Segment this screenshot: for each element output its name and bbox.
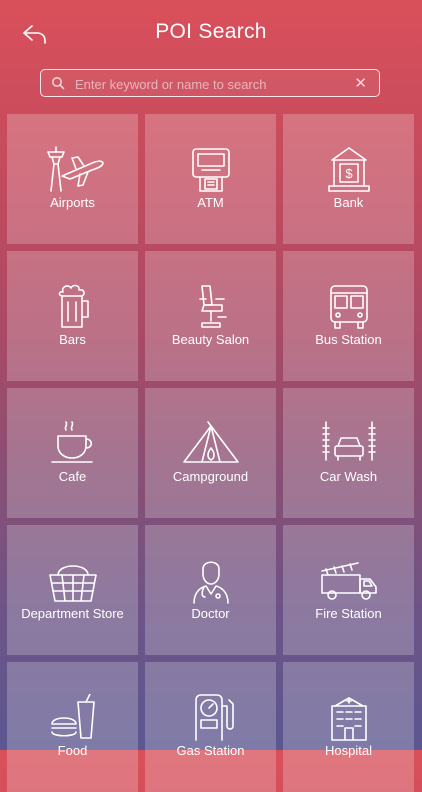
category-label: ATM	[197, 195, 224, 210]
category-label: Food	[57, 743, 88, 758]
category-department-store[interactable]: Department Store	[7, 525, 138, 655]
search-bar[interactable]: ✕	[40, 69, 380, 97]
category-label: Hospital	[325, 743, 372, 758]
header-bar: POI Search	[0, 0, 422, 66]
category-grid: Airports ATM $ Bank Bars Beauty Salon Bu…	[7, 114, 415, 792]
salon-chair-icon	[199, 285, 227, 328]
atm-icon	[192, 148, 230, 192]
bus-icon	[330, 285, 368, 329]
fast-food-icon	[51, 694, 95, 739]
category-hospital[interactable]: Hospital	[283, 662, 414, 792]
category-label: Bank	[333, 195, 364, 210]
doctor-icon	[193, 561, 229, 604]
airport-icon	[47, 146, 104, 192]
car-wash-icon	[322, 421, 376, 461]
beer-mug-icon	[58, 284, 89, 328]
category-doctor[interactable]: Doctor	[145, 525, 276, 655]
coffee-cup-icon	[51, 421, 93, 463]
category-car-wash[interactable]: Car Wash	[283, 388, 414, 518]
category-label: Bars	[59, 332, 86, 347]
category-bus-station[interactable]: Bus Station	[283, 251, 414, 381]
category-bars[interactable]: Bars	[7, 251, 138, 381]
category-food[interactable]: Food	[7, 662, 138, 792]
category-label: Bus Station	[315, 332, 382, 347]
tent-icon	[183, 421, 239, 463]
search-icon	[52, 77, 65, 90]
gas-pump-icon	[195, 694, 234, 741]
category-label: Department Store	[21, 606, 124, 621]
bank-icon: $	[328, 147, 370, 192]
search-input[interactable]	[73, 72, 347, 96]
category-beauty-salon[interactable]: Beauty Salon	[145, 251, 276, 381]
shopping-basket-icon	[49, 565, 97, 602]
category-gas-station[interactable]: Gas Station	[145, 662, 276, 792]
category-airports[interactable]: Airports	[7, 114, 138, 244]
category-label: Cafe	[58, 469, 87, 484]
category-label: Fire Station	[315, 606, 382, 621]
category-fire-station[interactable]: Fire Station	[283, 525, 414, 655]
category-label: Doctor	[191, 606, 230, 621]
category-label: Car Wash	[319, 469, 378, 484]
category-bank[interactable]: $ Bank	[283, 114, 414, 244]
fire-truck-icon	[321, 562, 377, 600]
category-atm[interactable]: ATM	[145, 114, 276, 244]
category-label: Beauty Salon	[171, 332, 250, 347]
page-title: POI Search	[155, 20, 267, 43]
hospital-icon	[331, 697, 367, 741]
svg-text:$: $	[345, 166, 353, 181]
category-label: Gas Station	[176, 743, 245, 758]
category-cafe[interactable]: Cafe	[7, 388, 138, 518]
category-label: Campground	[172, 469, 249, 484]
clear-search-icon[interactable]: ✕	[354, 74, 367, 92]
category-campground[interactable]: Campground	[145, 388, 276, 518]
category-label: Airports	[50, 195, 95, 210]
